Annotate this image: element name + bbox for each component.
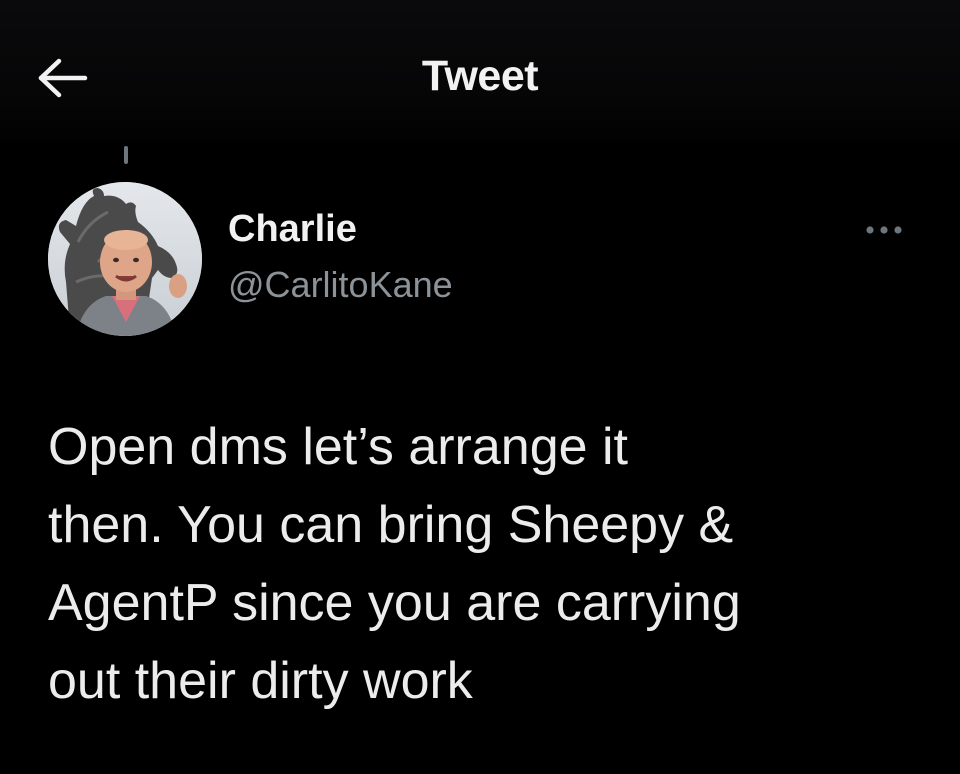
- page-title: Tweet: [421, 52, 539, 100]
- avatar[interactable]: [48, 182, 202, 336]
- thread-connector-line: [124, 146, 128, 164]
- more-horizontal-icon: [866, 226, 902, 234]
- more-options-button[interactable]: [854, 212, 914, 248]
- profile-photo: [48, 182, 202, 336]
- author-name[interactable]: Charlie: [228, 208, 357, 251]
- author-handle[interactable]: @CarlitoKane: [228, 264, 453, 306]
- tweet-text: Open dms let’s arrange it then. You can …: [48, 418, 741, 710]
- top-app-bar: Tweet: [0, 0, 960, 150]
